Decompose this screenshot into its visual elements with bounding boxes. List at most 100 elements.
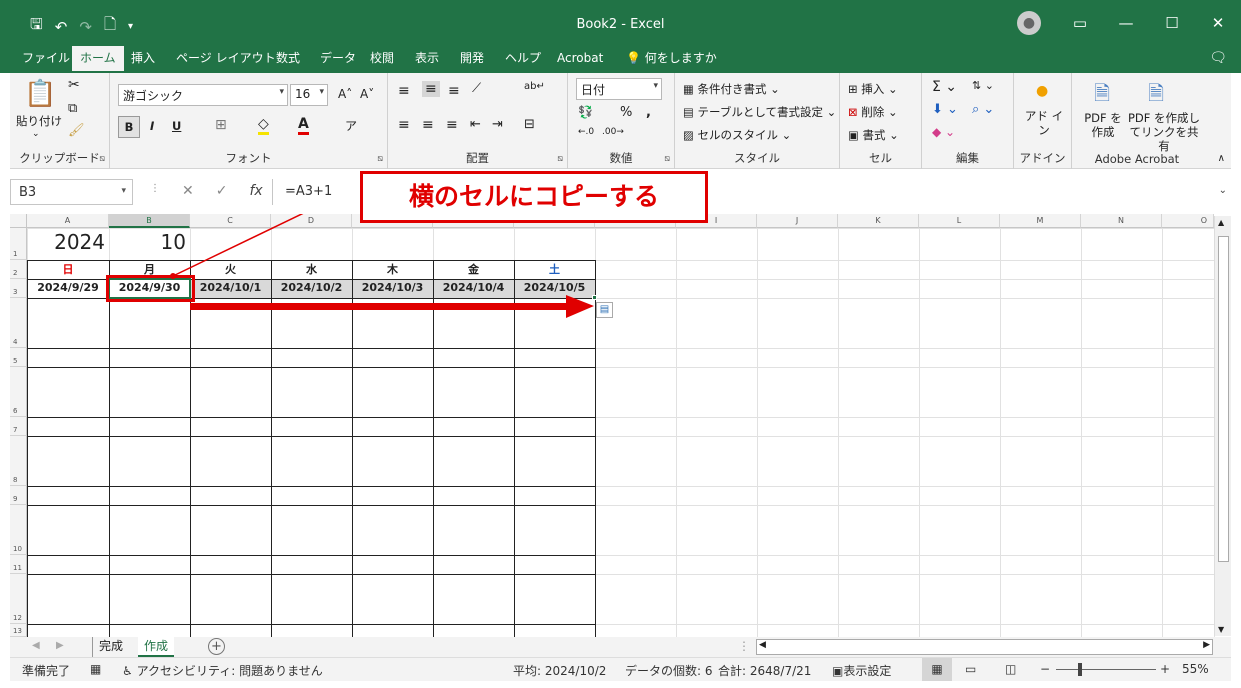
comments-icon[interactable]: 🗨	[1209, 50, 1227, 66]
tab-file[interactable]: ファイル	[22, 46, 70, 73]
phonetic-icon[interactable]: ア	[345, 117, 357, 134]
orientation-icon[interactable]: ⟋	[472, 81, 481, 96]
align-right-icon[interactable]: ≡	[446, 117, 458, 133]
font-color-icon[interactable]: A	[298, 116, 309, 135]
ribbon-display-button[interactable]: ▭	[1057, 14, 1103, 32]
zoom-in-icon[interactable]: +	[1160, 662, 1170, 676]
tab-view[interactable]: 表示	[415, 46, 439, 73]
number-launcher-icon[interactable]: ⧅	[664, 154, 670, 164]
tab-home[interactable]: ホーム	[72, 46, 124, 73]
collapse-ribbon-icon[interactable]: ∧	[1218, 153, 1225, 164]
display-settings-button[interactable]: ▣表示設定	[832, 662, 891, 679]
tab-formulas[interactable]: 数式	[276, 46, 300, 73]
tell-me-search[interactable]: 💡 何をしますか	[626, 46, 717, 73]
percent-style-icon[interactable]: %	[620, 105, 632, 120]
share-pdf-icon[interactable]: 🗎	[1148, 79, 1164, 113]
zoom-level[interactable]: 55%	[1182, 662, 1209, 676]
fill-color-icon[interactable]: ◇	[258, 116, 269, 135]
underline-button[interactable]: U	[172, 119, 181, 133]
tab-splitter-icon[interactable]: ⋮	[738, 639, 750, 653]
scroll-down-icon[interactable]: ▼	[1218, 625, 1224, 634]
prev-sheet-icon[interactable]: ◀	[32, 640, 40, 651]
align-middle-icon[interactable]: ≡	[422, 81, 440, 97]
paste-button[interactable]: 貼り付け	[16, 113, 62, 129]
increase-indent-icon[interactable]: ⇥	[492, 117, 503, 132]
format-painter-icon[interactable]: 🖌	[68, 123, 85, 138]
merge-center-icon[interactable]: ⊟	[524, 117, 535, 132]
vertical-scrollbar[interactable]: ▲ ▼	[1214, 216, 1231, 636]
accounting-format-icon[interactable]: 💱	[578, 105, 593, 119]
font-launcher-icon[interactable]: ⧅	[377, 154, 383, 164]
wrap-text-icon[interactable]: ab↵	[524, 81, 545, 92]
name-box[interactable]: B3 ▾	[10, 179, 133, 205]
paste-icon[interactable]: 📋	[24, 79, 56, 109]
scroll-up-icon[interactable]: ▲	[1218, 218, 1224, 227]
macro-record-icon[interactable]: ▦	[90, 662, 101, 676]
page-break-view-icon[interactable]: ◫	[1005, 662, 1016, 676]
format-cells-button[interactable]: ▣ 書式 ⌄	[848, 127, 899, 143]
delete-cells-button[interactable]: ⊠ 削除 ⌄	[848, 104, 898, 120]
addins-icon[interactable]: ●	[1036, 83, 1048, 99]
fill-icon[interactable]: ⬇ ⌄	[932, 102, 958, 117]
insert-function-icon[interactable]: fx	[249, 183, 262, 199]
zoom-slider-thumb[interactable]	[1078, 663, 1082, 676]
align-top-icon[interactable]: ≡	[398, 83, 410, 99]
alignment-launcher-icon[interactable]: ⧅	[557, 154, 563, 164]
copy-icon[interactable]: ⧉	[68, 101, 77, 116]
vertical-scroll-thumb[interactable]	[1218, 236, 1229, 562]
page-layout-view-icon[interactable]: ▭	[965, 662, 976, 676]
sheet-tab-create[interactable]: 作成	[138, 637, 175, 657]
comma-style-icon[interactable]: ,	[646, 105, 651, 120]
next-sheet-icon[interactable]: ▶	[56, 640, 64, 651]
scroll-left-icon[interactable]: ◀	[759, 640, 766, 650]
accessibility-status[interactable]: ♿ アクセシビリティ: 問題ありません	[122, 662, 323, 679]
tab-developer[interactable]: 開発	[460, 46, 484, 73]
tab-insert[interactable]: 挿入	[131, 46, 155, 73]
zoom-slider[interactable]	[1056, 669, 1156, 670]
borders-icon[interactable]: ⊞	[215, 117, 227, 133]
horizontal-scrollbar[interactable]: ◀ ▶	[756, 639, 1213, 655]
minimize-button[interactable]: —	[1103, 14, 1149, 32]
italic-button[interactable]: I	[150, 119, 154, 133]
cancel-icon[interactable]: ✕	[182, 183, 194, 199]
create-pdf-icon[interactable]: 🗎	[1094, 79, 1110, 113]
tab-acrobat[interactable]: Acrobat	[557, 46, 603, 73]
cell-styles-button[interactable]: ▨ セルのスタイル ⌄	[683, 127, 791, 143]
number-format-combo[interactable]: 日付 ▾	[576, 78, 662, 100]
find-select-icon[interactable]: ⌕ ⌄	[972, 102, 994, 117]
maximize-button[interactable]: ☐	[1149, 14, 1195, 32]
conditional-formatting-button[interactable]: ▦ 条件付き書式 ⌄	[683, 81, 780, 97]
paste-dropdown-icon[interactable]: ⌄	[32, 129, 40, 139]
bold-button[interactable]: B	[118, 116, 140, 138]
worksheet-grid[interactable]: A B C D E F G H I J K L M N O 1 2 3 4 5 …	[10, 214, 1231, 637]
format-as-table-button[interactable]: ▤ テーブルとして書式設定 ⌄	[683, 104, 836, 120]
align-left-icon[interactable]: ≡	[398, 117, 410, 133]
clipboard-launcher-icon[interactable]: ⧅	[99, 154, 105, 164]
align-bottom-icon[interactable]: ≡	[448, 83, 460, 99]
tab-data[interactable]: データ	[320, 46, 356, 73]
account-avatar[interactable]: ●	[1011, 11, 1057, 35]
clear-icon[interactable]: ◆ ⌄	[932, 125, 955, 139]
expand-formula-icon[interactable]: ⌄	[1219, 185, 1227, 196]
zoom-out-icon[interactable]: −	[1040, 662, 1050, 676]
align-center-icon[interactable]: ≡	[422, 117, 434, 133]
decrease-indent-icon[interactable]: ⇤	[470, 117, 481, 132]
close-button[interactable]: ✕	[1195, 14, 1241, 32]
decrease-decimal-icon[interactable]: .00→	[602, 127, 624, 137]
add-sheet-icon[interactable]: +	[208, 638, 225, 655]
normal-view-icon[interactable]: ▦	[922, 658, 952, 681]
enter-icon[interactable]: ✓	[216, 183, 228, 199]
increase-decimal-icon[interactable]: ←.0	[578, 127, 594, 137]
font-size-combo[interactable]: 16 ▾	[290, 84, 328, 106]
addins-button[interactable]: アド イン	[1024, 109, 1064, 137]
autosum-icon[interactable]: Σ ⌄	[932, 79, 957, 95]
font-name-combo[interactable]: 游ゴシック ▾	[118, 84, 288, 106]
share-pdf-button[interactable]: PDF を作成し てリンクを共有	[1126, 111, 1202, 153]
tab-review[interactable]: 校閲	[370, 46, 394, 73]
increase-font-icon[interactable]: A˄	[338, 87, 352, 101]
cut-icon[interactable]: ✂	[68, 77, 80, 93]
decrease-font-icon[interactable]: A˅	[360, 87, 374, 101]
scroll-right-icon[interactable]: ▶	[1203, 640, 1210, 650]
sort-filter-icon[interactable]: ⇅ ⌄	[972, 79, 994, 92]
create-pdf-button[interactable]: PDF を作成	[1080, 111, 1126, 139]
